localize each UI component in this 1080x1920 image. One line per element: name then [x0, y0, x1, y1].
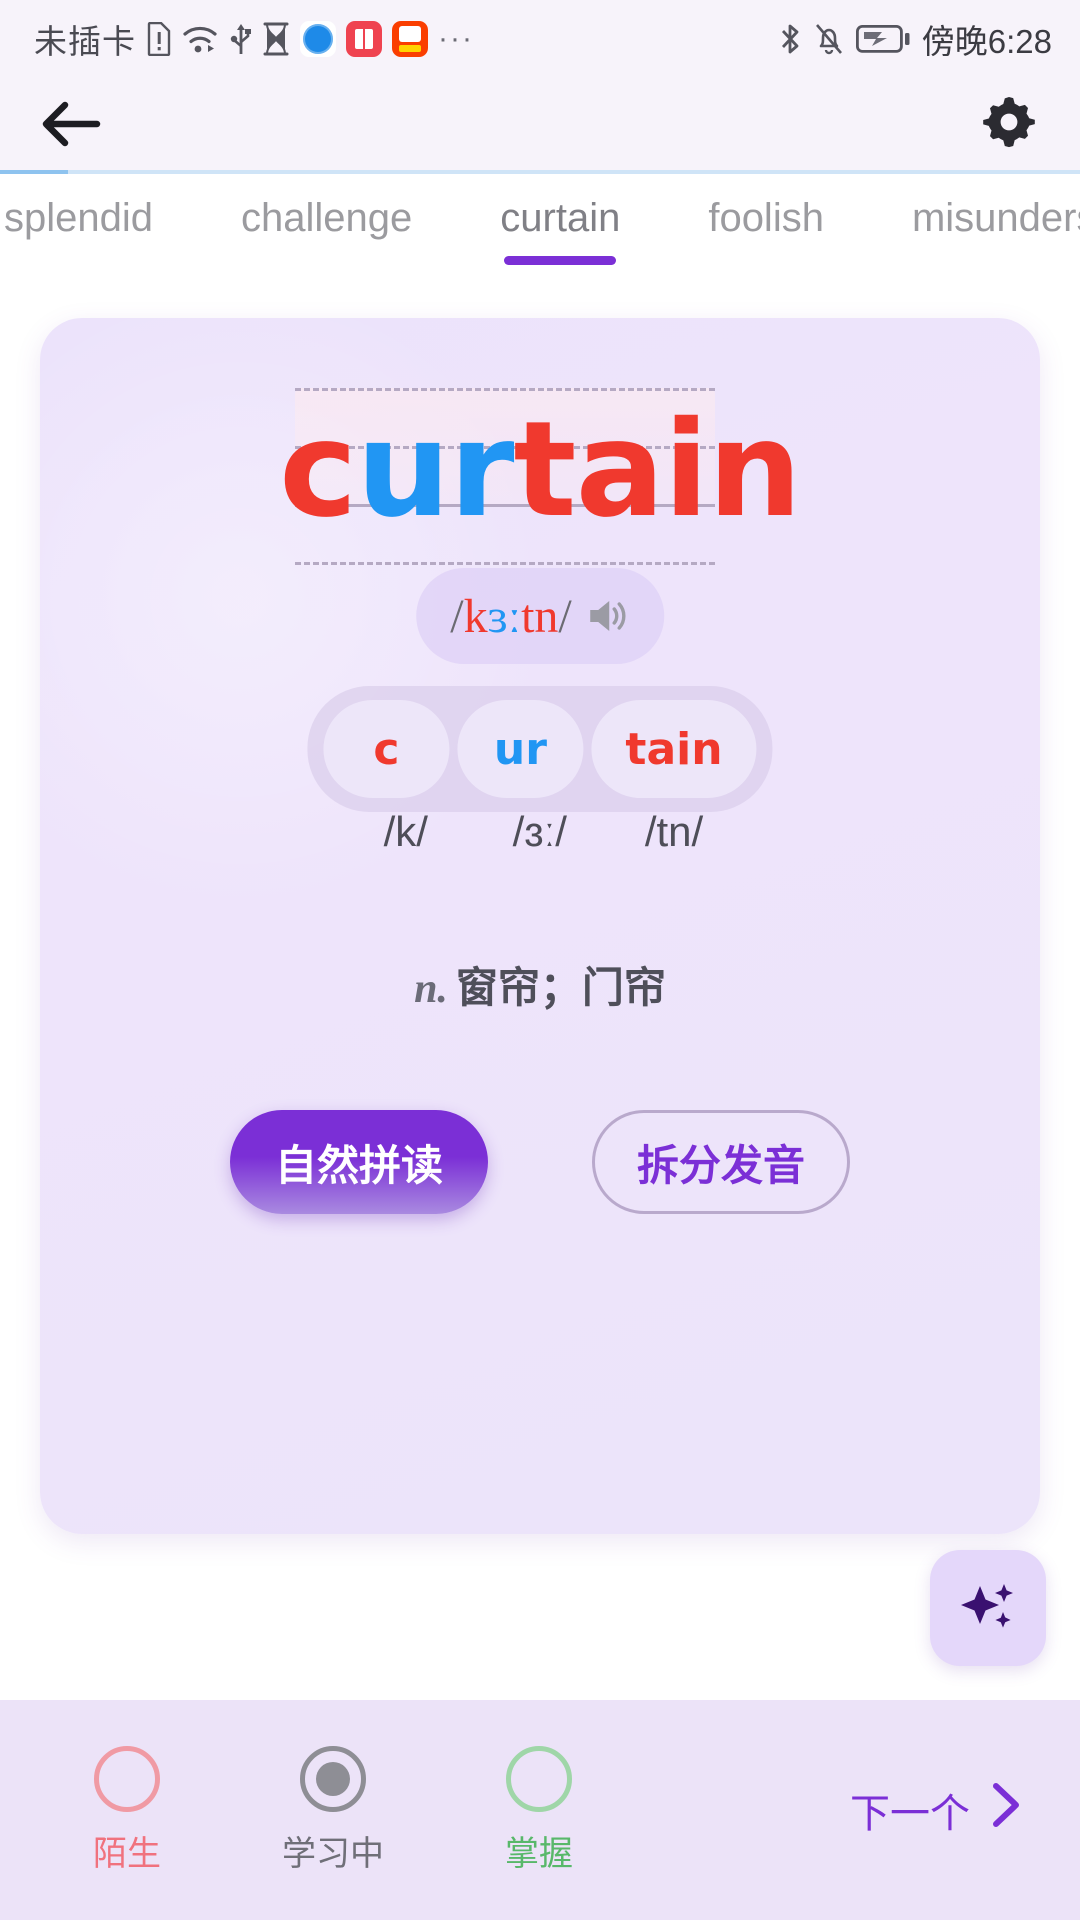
app-header	[0, 78, 1080, 170]
arrow-left-icon[interactable]	[40, 101, 102, 147]
phoneme-2: /ɜː/	[512, 808, 567, 855]
definition-text: 窗帘；门帘	[455, 964, 666, 1011]
phonetic-part-2: ɜː	[487, 589, 522, 643]
usb-icon	[230, 22, 252, 56]
phoneme-1: /k/	[383, 808, 428, 855]
mark-learning-label: 学习中	[282, 1834, 384, 1873]
bell-muted-icon	[814, 22, 844, 56]
word-tabs[interactable]: splendid challenge curtain foolish misun…	[0, 174, 1080, 294]
phonetic-close-slash: /	[558, 589, 572, 643]
phoneme-row: /k/ /ɜː/ /tn/	[343, 808, 737, 856]
sparkles-icon	[952, 1570, 1024, 1647]
speaker-icon[interactable]	[584, 593, 630, 639]
app-globe-icon	[300, 21, 336, 57]
mastered-ring-icon	[506, 1745, 572, 1812]
more-dots-icon: ···	[438, 22, 474, 55]
battery-charging-icon	[855, 24, 910, 54]
syllable-chips[interactable]: c ur tain	[307, 686, 773, 812]
next-word-label: 下一个	[850, 1792, 970, 1836]
tab-foolish[interactable]: foolish	[664, 196, 868, 241]
mark-unknown[interactable]: 陌生	[52, 1745, 202, 1875]
wifi-icon	[182, 23, 220, 55]
card-actions: 自然拼读 拆分发音	[40, 1110, 1040, 1214]
phonetic-open-slash: /	[450, 589, 464, 643]
phonetic-badge[interactable]: /kɜːtn/	[416, 568, 664, 664]
status-bar: 未插卡 ··· 傍晚6:28	[0, 0, 1080, 78]
sim-alert-icon	[146, 22, 172, 56]
word-part-3: tain	[513, 393, 801, 547]
syllable-chip-2[interactable]: ur	[457, 700, 584, 798]
carrier-label: 未插卡	[34, 23, 136, 60]
word-display: curtain	[40, 404, 1040, 536]
guide-line-4	[295, 562, 715, 565]
chevron-right-icon	[988, 1781, 1022, 1839]
hourglass-icon	[262, 22, 290, 56]
mark-unknown-label: 陌生	[93, 1834, 161, 1873]
phonetic-part-3: tn	[521, 589, 559, 643]
guide-line-1	[295, 388, 715, 391]
phoneme-3: /tn/	[644, 808, 704, 855]
next-word-button[interactable]: 下一个	[850, 1781, 1036, 1839]
phonetic-text: /kɜːtn/	[450, 589, 572, 644]
mark-mastered-label: 掌握	[505, 1834, 573, 1873]
word-part-1: c	[279, 393, 357, 547]
tab-curtain[interactable]: curtain	[456, 196, 664, 241]
word-card: curtain /kɜːtn/ c ur tain /k/ /ɜː/ /tn/ …	[40, 318, 1040, 1534]
gear-icon[interactable]	[978, 93, 1040, 155]
unknown-ring-icon	[94, 1745, 160, 1812]
phonics-button[interactable]: 自然拼读	[230, 1110, 488, 1214]
familiarity-marks: 陌生 学习中 掌握	[52, 1745, 614, 1875]
clock-label: 傍晚6:28	[921, 23, 1052, 60]
split-pronunciation-button[interactable]: 拆分发音	[592, 1110, 850, 1214]
part-of-speech: n.	[414, 966, 448, 1012]
tab-challenge[interactable]: challenge	[197, 196, 456, 241]
tabs-scroller[interactable]: splendid challenge curtain foolish misun…	[0, 174, 1080, 294]
syllable-chip-1[interactable]: c	[323, 700, 450, 798]
definition: n. 窗帘；门帘	[40, 954, 1040, 1015]
phonetic-part-1: k	[463, 589, 488, 643]
ai-assistant-fab[interactable]	[930, 1550, 1046, 1666]
tab-misunderstand[interactable]: misunderstand	[868, 196, 1080, 241]
word-part-2: ur	[356, 393, 514, 547]
status-bar-left: 未插卡 ···	[34, 15, 474, 63]
tab-splendid[interactable]: splendid	[0, 196, 197, 241]
learning-ring-icon	[300, 1745, 366, 1812]
mark-learning[interactable]: 学习中	[258, 1745, 408, 1875]
app-kuaishou-icon	[392, 21, 428, 57]
syllable-chip-3[interactable]: tain	[591, 700, 757, 798]
mark-mastered[interactable]: 掌握	[464, 1745, 614, 1875]
bluetooth-icon	[778, 22, 802, 56]
bottom-bar: 陌生 学习中 掌握 下一个	[0, 1700, 1080, 1920]
status-bar-right: 傍晚6:28	[778, 15, 1052, 63]
app-book-icon	[346, 21, 382, 57]
